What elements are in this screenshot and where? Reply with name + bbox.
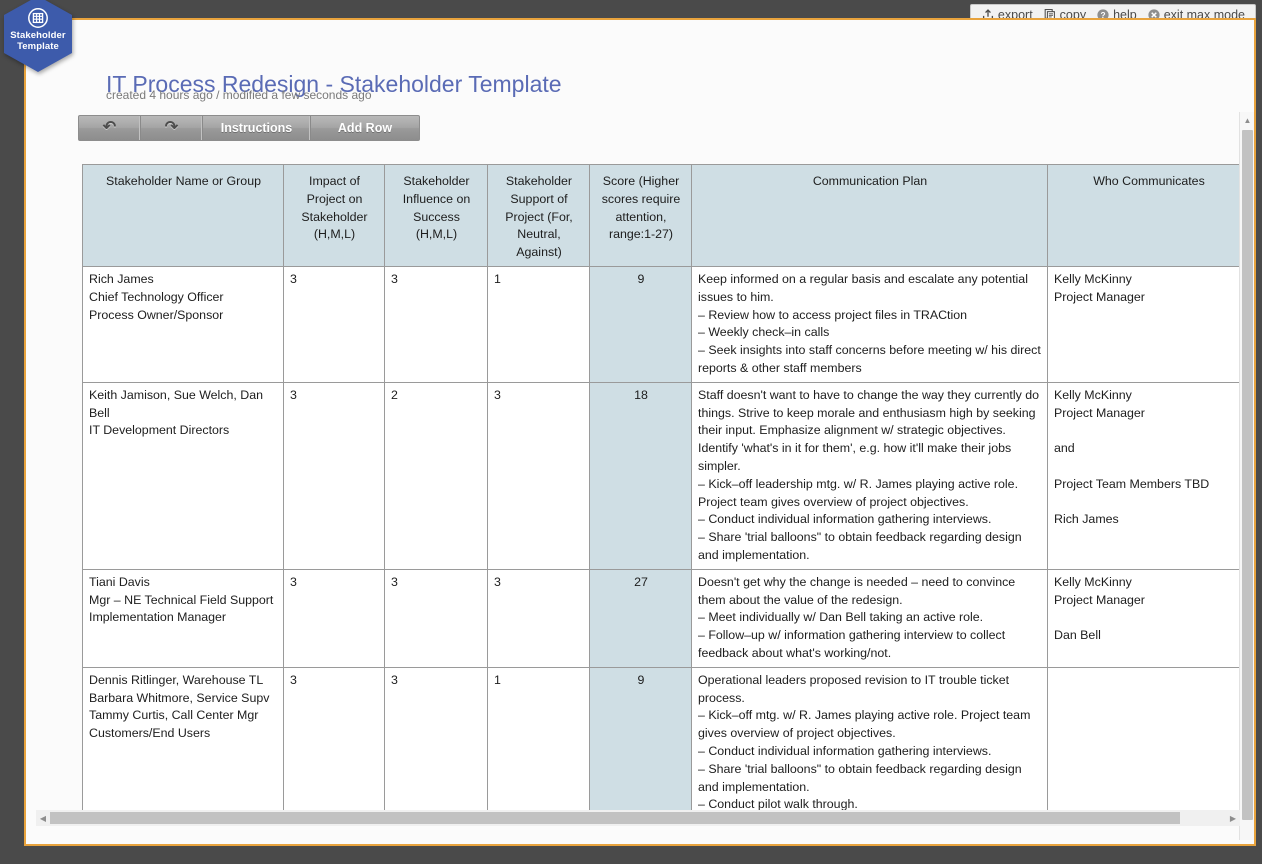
cell-text: Staff doesn't want to have to change the… [698,387,1040,562]
column-header-who-communicates[interactable]: Who Communicates [1047,164,1250,267]
cell-who-communicates[interactable]: Kelly McKinny Project Manager Dan Bell [1047,568,1250,668]
cell-text: Kelly McKinny Project Manager and Projec… [1054,387,1210,527]
cell-stakeholder-name[interactable]: Rich James Chief Technology Officer Proc… [82,265,284,383]
cell-text: Doesn't get why the change is needed – n… [698,574,1016,660]
column-header-influence[interactable]: Stakeholder Influence on Success (H,M,L) [384,164,488,267]
cell-influence[interactable]: 3 [384,666,488,820]
cell-score[interactable]: 18 [589,381,692,570]
vertical-scrollbar-thumb[interactable] [1242,130,1253,820]
cell-score[interactable]: 9 [589,666,692,820]
table-row: Dennis Ritlinger, Warehouse TL Barbara W… [82,666,1250,820]
cell-who-communicates[interactable]: Kelly McKinny Project Manager [1047,265,1250,383]
cell-communication-plan[interactable]: Keep informed on a regular basis and esc… [691,265,1048,383]
column-header-score[interactable]: Score (Higher scores require attention, … [589,164,692,267]
cell-score[interactable]: 9 [589,265,692,383]
cell-text: Dennis Ritlinger, Warehouse TL Barbara W… [89,672,270,741]
editor-toolbar: ↶ ↷ Instructions Add Row [78,115,420,141]
column-header-impact[interactable]: Impact of Project on Stakeholder (H,M,L) [283,164,385,267]
undo-button[interactable]: ↶ [79,116,141,140]
scroll-up-arrow-icon[interactable]: ▲ [1240,112,1255,128]
instructions-button[interactable]: Instructions [203,116,311,140]
cell-support[interactable]: 1 [487,666,590,820]
scroll-right-arrow-icon[interactable]: ▶ [1226,810,1240,826]
scroll-left-arrow-icon[interactable]: ◀ [36,810,50,826]
vertical-scrollbar[interactable]: ▲ [1239,112,1254,840]
cell-text: Kelly McKinny Project Manager Dan Bell [1054,574,1145,643]
redo-button[interactable]: ↷ [141,116,203,140]
cell-influence[interactable]: 2 [384,381,488,570]
cell-text: Operational leaders proposed revision to… [698,672,1031,812]
cell-who-communicates[interactable]: Kelly McKinny Project Manager and Projec… [1047,381,1250,570]
cell-text: Tiani Davis Mgr – NE Technical Field Sup… [89,574,274,625]
cell-text: Rich James Chief Technology Officer Proc… [89,271,224,322]
column-header-communication-plan[interactable]: Communication Plan [691,164,1048,267]
page-meta: created 4 hours ago / modified a few sec… [106,88,372,102]
add-row-button[interactable]: Add Row [311,116,419,140]
cell-support[interactable]: 3 [487,568,590,668]
table-row: Rich James Chief Technology Officer Proc… [82,265,1250,383]
cell-text: Keith Jamison, Sue Welch, Dan Bell IT De… [89,387,264,438]
table-row: Tiani Davis Mgr – NE Technical Field Sup… [82,568,1250,668]
cell-stakeholder-name[interactable]: Keith Jamison, Sue Welch, Dan Bell IT De… [82,381,284,570]
template-badge[interactable]: Stakeholder Template [4,0,72,76]
column-header-support[interactable]: Stakeholder Support of Project (For, Neu… [487,164,590,267]
horizontal-scrollbar-thumb[interactable] [50,812,1180,824]
cell-influence[interactable]: 3 [384,568,488,668]
cell-support[interactable]: 1 [487,265,590,383]
cell-who-communicates[interactable] [1047,666,1250,820]
application-frame: export copy ? help exit max mode IT Proc… [0,0,1262,864]
cell-support[interactable]: 3 [487,381,590,570]
cell-stakeholder-name[interactable]: Dennis Ritlinger, Warehouse TL Barbara W… [82,666,284,820]
cell-score[interactable]: 27 [589,568,692,668]
cell-communication-plan[interactable]: Operational leaders proposed revision to… [691,666,1048,820]
cell-impact[interactable]: 3 [283,568,385,668]
table-row: Keith Jamison, Sue Welch, Dan Bell IT De… [82,381,1250,570]
horizontal-scrollbar-track[interactable] [50,810,1226,826]
horizontal-scrollbar[interactable]: ◀ ▶ [36,810,1240,826]
cell-impact[interactable]: 3 [283,381,385,570]
table-header-row: Stakeholder Name or Group Impact of Proj… [82,164,1250,267]
cell-stakeholder-name[interactable]: Tiani Davis Mgr – NE Technical Field Sup… [82,568,284,668]
cell-text: Keep informed on a regular basis and esc… [698,271,1041,375]
cell-impact[interactable]: 3 [283,265,385,383]
grid-table-icon [28,8,48,28]
cell-communication-plan[interactable]: Staff doesn't want to have to change the… [691,381,1048,570]
cell-communication-plan[interactable]: Doesn't get why the change is needed – n… [691,568,1048,668]
table-viewport: Stakeholder Name or Group Impact of Proj… [26,148,1254,844]
undo-icon: ↶ [102,119,117,136]
stakeholder-table: Stakeholder Name or Group Impact of Proj… [82,164,1250,820]
cell-text: Kelly McKinny Project Manager [1054,271,1145,304]
cell-influence[interactable]: 3 [384,265,488,383]
cell-impact[interactable]: 3 [283,666,385,820]
redo-icon: ↷ [164,119,179,136]
document-panel: IT Process Redesign - Stakeholder Templa… [24,18,1256,846]
column-header-stakeholder-name[interactable]: Stakeholder Name or Group [82,164,284,267]
